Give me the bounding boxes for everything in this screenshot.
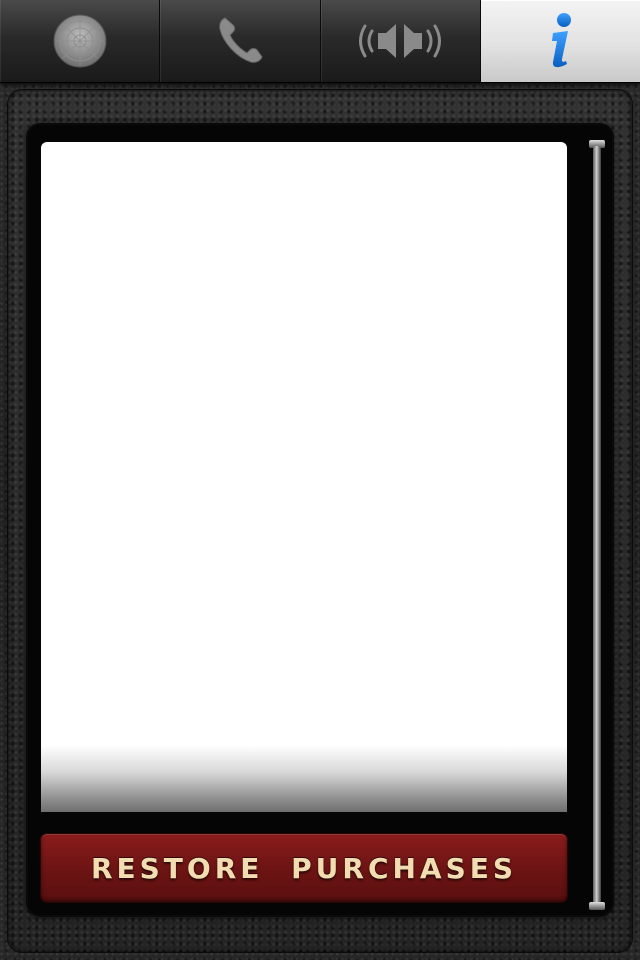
tab-speaker[interactable]: [321, 0, 481, 82]
scroll-cap-bottom: [589, 902, 605, 910]
restore-purchases-button[interactable]: RESTORE PURCHASES: [41, 834, 567, 902]
phone-icon: [211, 12, 269, 70]
tab-bar: [0, 0, 640, 83]
app-screen: RESTORE PURCHASES: [0, 0, 640, 960]
scroll-track[interactable]: [589, 140, 605, 910]
scroll-rail: [593, 146, 601, 904]
info-content-area[interactable]: [41, 142, 567, 812]
tab-phone[interactable]: [160, 0, 321, 82]
tab-radar[interactable]: [0, 0, 161, 82]
restore-purchases-label: RESTORE PURCHASES: [90, 851, 518, 885]
speaker-icon: [354, 16, 446, 66]
radar-icon: [52, 13, 108, 69]
info-icon: [540, 11, 580, 71]
tab-info[interactable]: [480, 0, 640, 82]
